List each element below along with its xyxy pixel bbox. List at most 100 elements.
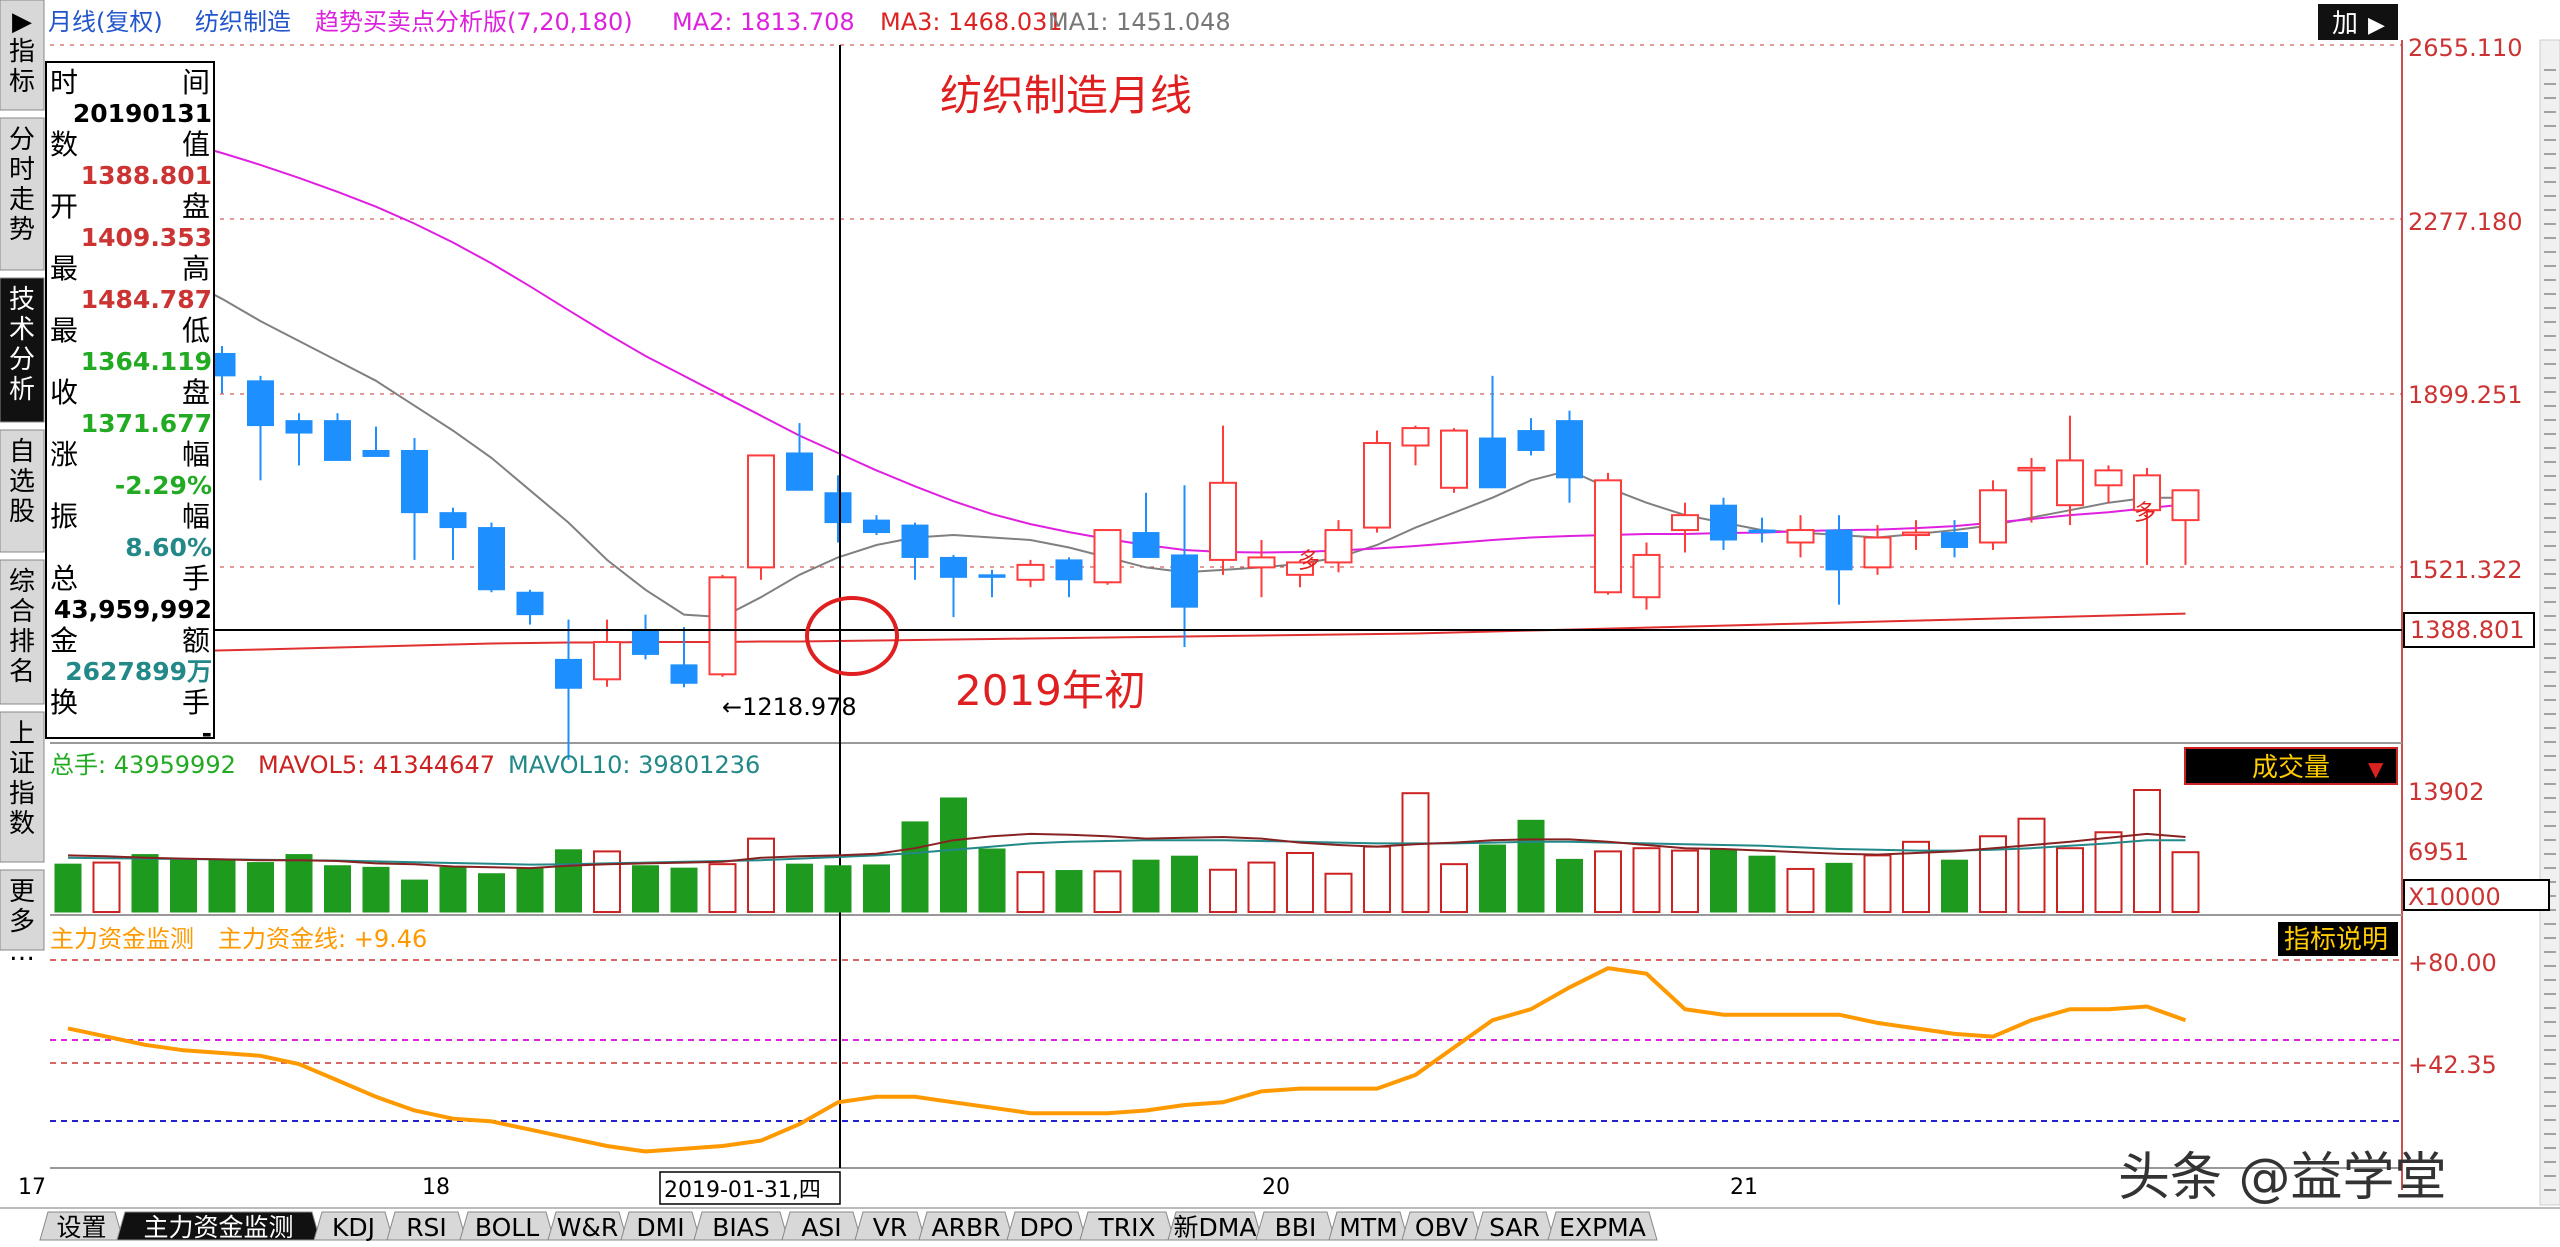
info-field-label: 值 xyxy=(182,128,210,161)
bottom-tab-bar: 设置 主力资金监测 KDJ RSI BOLL W&R DMI BIAS ASI VR ARBR DPO… xyxy=(39,1211,1658,1242)
candle-body xyxy=(1324,529,1353,564)
left-tab[interactable]: 自选股 xyxy=(0,429,45,553)
mavol5-label: MAVOL5: 41344647 xyxy=(258,751,495,779)
bottom-tab[interactable]: SAR xyxy=(1474,1211,1555,1242)
candle-body xyxy=(478,527,505,591)
page-background xyxy=(0,0,2560,1247)
chart-workspace[interactable]: ▶指标分时走势技术分析自选股综合排名上证指数更多… 月线(复权) 纺织制造 趋势… xyxy=(0,0,2560,1247)
left-tab[interactable]: ▶指标 xyxy=(0,0,45,111)
bottom-tab[interactable]: TRIX xyxy=(1079,1211,1175,1242)
volume-bar xyxy=(247,862,274,913)
candlestick[interactable] xyxy=(747,454,775,580)
volume-bar xyxy=(978,848,1006,913)
candle-body xyxy=(1748,529,1776,534)
info-panel: 时间20190131数 值1388.801开 盘1409.353最 高1484.787… xyxy=(45,61,215,748)
bottom-tab[interactable]: KDJ xyxy=(313,1211,394,1242)
bottom-tab-label: DMI xyxy=(636,1213,684,1242)
bottom-tab[interactable]: 新DMA xyxy=(1167,1211,1263,1242)
left-tab[interactable]: 上证指数 xyxy=(0,711,45,863)
candle-body xyxy=(1786,529,1815,544)
price-tick-label: 1521.322 xyxy=(2408,556,2523,584)
candlestick[interactable] xyxy=(1594,472,1622,595)
candle-body xyxy=(1941,532,1968,548)
bottom-tab[interactable]: BBI xyxy=(1255,1211,1336,1242)
bottom-tab[interactable]: DMI xyxy=(620,1211,701,1242)
volume-button[interactable]: 成交量 ▼ xyxy=(2184,747,2398,785)
dropdown-arrow-icon: ▼ xyxy=(2368,757,2384,781)
info-field-label: 涨 xyxy=(50,438,78,471)
bottom-tab[interactable]: MTM xyxy=(1328,1211,1409,1242)
bottom-tab-label: MTM xyxy=(1339,1213,1397,1242)
bottom-tab[interactable]: BOLL xyxy=(459,1211,555,1242)
bottom-tab[interactable]: BIAS xyxy=(693,1211,789,1242)
left-tab[interactable]: 分时走势 xyxy=(0,117,45,271)
candlestick[interactable] xyxy=(1979,480,2007,550)
left-tab-char: 排 xyxy=(9,627,35,657)
volume-bar xyxy=(670,867,698,913)
candlestick[interactable] xyxy=(708,574,737,677)
bottom-tab[interactable]: DPO xyxy=(1006,1211,1087,1242)
bottom-tab[interactable]: EXPMA xyxy=(1547,1211,1658,1242)
left-tab-char: 指 xyxy=(9,779,35,809)
info-field-label: 数 xyxy=(50,128,78,161)
candle-body xyxy=(1132,532,1160,558)
candlestick[interactable] xyxy=(1363,430,1391,533)
candle-body xyxy=(439,512,467,529)
bottom-tab-label: VR xyxy=(873,1213,907,1242)
left-tab-bar: ▶指标分时走势技术分析自选股综合排名上证指数更多… xyxy=(0,0,45,967)
left-tab[interactable]: 技术分析 xyxy=(0,277,45,423)
volume-bar xyxy=(516,867,544,913)
volume-bar xyxy=(92,861,121,913)
volume-bar xyxy=(131,854,159,913)
info-field-label: 最 xyxy=(50,314,78,347)
period-label[interactable]: 月线(复权) xyxy=(48,8,163,36)
bottom-tab[interactable]: ARBR xyxy=(918,1211,1014,1242)
info-field-label: 总 xyxy=(50,562,78,595)
info-field-label: 振 xyxy=(50,500,78,533)
right-scrollbar[interactable] xyxy=(2539,39,2560,1206)
volume-tick-label: 6951 xyxy=(2408,838,2469,866)
candlestick[interactable] xyxy=(1093,529,1122,585)
left-tab-char: 分 xyxy=(9,125,35,155)
volume-bar xyxy=(1247,861,1276,913)
candle-body xyxy=(1825,529,1853,571)
candlestick[interactable] xyxy=(324,413,351,461)
left-tab-char: … xyxy=(9,937,35,967)
volume-bar xyxy=(1016,871,1045,914)
indicator-name[interactable]: 趋势买卖点分析版(7,20,180) xyxy=(315,8,633,36)
bottom-tab-label: EXPMA xyxy=(1559,1213,1646,1242)
candle-body xyxy=(747,454,775,569)
volume-bar xyxy=(1171,855,1198,913)
volume-bar xyxy=(285,854,313,913)
candle-body xyxy=(555,658,582,689)
volume-bar xyxy=(1748,855,1776,913)
candlestick[interactable] xyxy=(478,522,505,593)
volume-bar xyxy=(1941,859,1968,913)
left-tab[interactable]: 综合排名 xyxy=(0,559,45,705)
add-button[interactable]: 加 ▶ xyxy=(2318,4,2398,40)
indicator-help-button[interactable]: 指标说明 xyxy=(2278,922,2398,956)
volume-bar xyxy=(1093,870,1122,913)
candle-body xyxy=(1016,563,1045,581)
candle-body xyxy=(285,420,313,434)
bottom-tab[interactable]: RSI xyxy=(386,1211,467,1242)
bottom-tab[interactable]: VR xyxy=(854,1211,926,1242)
bottom-tab[interactable]: 设置 xyxy=(39,1211,124,1242)
candle-body xyxy=(1479,437,1506,489)
candle-body xyxy=(1594,479,1622,594)
bottom-tab-label: 新DMA xyxy=(1174,1213,1257,1242)
candlestick[interactable] xyxy=(1440,428,1468,493)
info-field-value: 1388.801 xyxy=(81,161,212,190)
stock-name: 纺织制造 xyxy=(195,8,291,36)
bottom-tab[interactable]: ASI xyxy=(781,1211,862,1242)
bottom-tab[interactable]: W&R xyxy=(547,1211,628,1242)
volume-bar xyxy=(1632,847,1661,914)
bottom-tab[interactable]: 主力资金监测 xyxy=(116,1211,321,1242)
bottom-tab[interactable]: OBV xyxy=(1401,1211,1482,1242)
volume-bar xyxy=(401,879,428,913)
volume-button-label: 成交量 xyxy=(2252,753,2330,783)
bottom-tab-label: SAR xyxy=(1489,1213,1540,1242)
candle-body xyxy=(901,524,929,558)
volume-total-label: 总手: 43959992 xyxy=(50,751,236,779)
volume-bar xyxy=(1440,863,1468,913)
